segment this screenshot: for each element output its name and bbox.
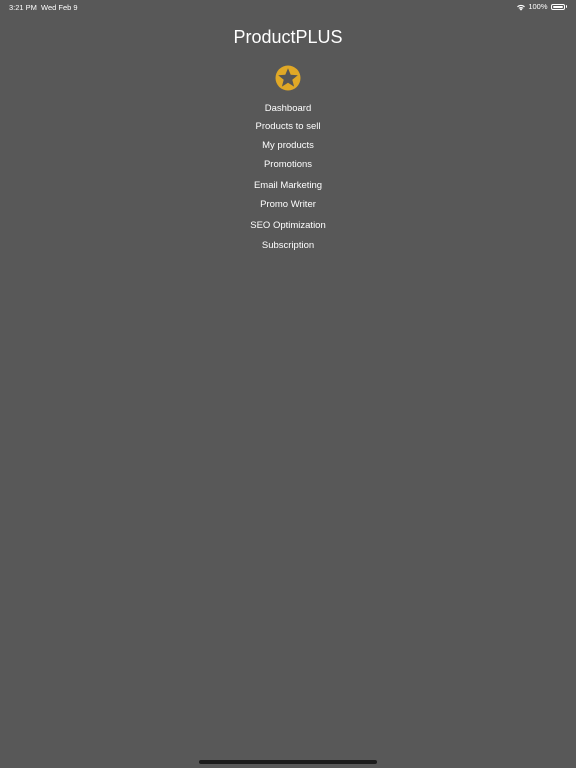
menu-item-seo-optimization[interactable]: SEO Optimization xyxy=(0,220,576,231)
menu-item-dashboard[interactable]: Dashboard xyxy=(0,103,576,114)
wifi-icon xyxy=(516,3,526,11)
home-indicator[interactable] xyxy=(199,760,377,764)
menu-item-promotions[interactable]: Promotions xyxy=(0,159,576,170)
status-date: Wed Feb 9 xyxy=(41,3,78,12)
menu-item-my-products[interactable]: My products xyxy=(0,140,576,151)
battery-icon xyxy=(550,3,565,10)
menu-item-promo-writer[interactable]: Promo Writer xyxy=(0,199,576,210)
status-indicators: 100% xyxy=(516,2,567,11)
star-badge-icon xyxy=(275,65,301,91)
battery-cap xyxy=(565,5,567,8)
battery-percent: 100% xyxy=(528,2,548,11)
status-bar: 3:21 PM Wed Feb 9 100% xyxy=(0,0,576,14)
menu-item-email-marketing[interactable]: Email Marketing xyxy=(0,180,576,191)
menu-item-products-to-sell[interactable]: Products to sell xyxy=(0,121,576,132)
battery-fill xyxy=(552,5,563,8)
status-time: 3:21 PM xyxy=(9,3,37,12)
menu-item-subscription[interactable]: Subscription xyxy=(0,240,576,251)
app-title: ProductPLUS xyxy=(233,27,343,47)
